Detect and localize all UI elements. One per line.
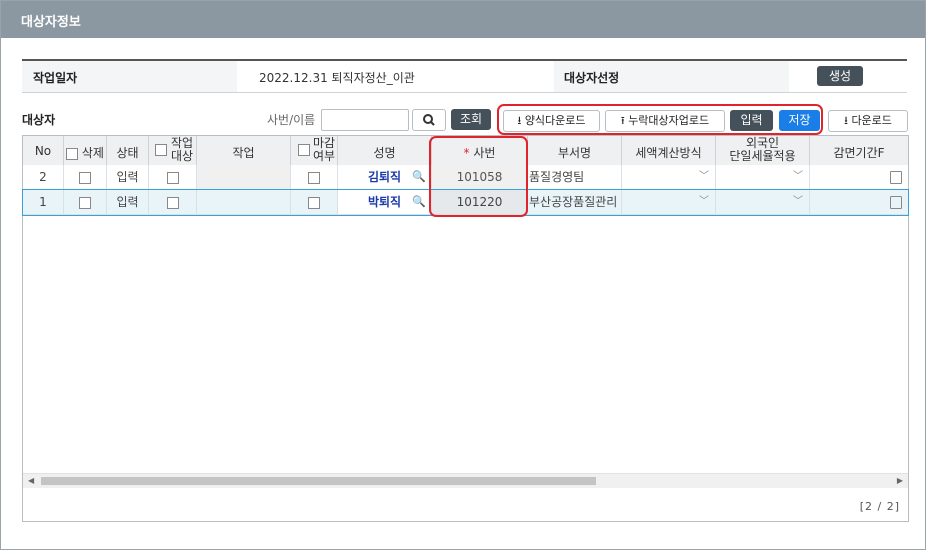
row-no: 1 [23,190,64,214]
work-cell [197,190,291,214]
subject-info-window: 대상자정보 작업일자 2022.12.31 퇴직자정산_이관 대상자선정 생성 … [0,0,926,550]
query-button[interactable]: 조회 [451,109,491,130]
scrollbar-thumb[interactable] [41,477,596,485]
employee-name: 김퇴직 [367,170,402,184]
scroll-left-icon[interactable]: ◀ [28,474,34,488]
dept-cell: 부산공장품질관리 [528,190,622,214]
closed-cell[interactable] [291,165,338,189]
chevron-down-icon: ﹀ [793,171,803,182]
col-delete[interactable]: 삭제 [64,136,107,165]
col-closed[interactable]: 마감 여부 [291,136,338,165]
closed-checkbox[interactable] [308,171,320,184]
input-button[interactable]: 입력 [730,110,773,131]
closed-all-checkbox[interactable] [298,144,310,156]
scroll-right-icon[interactable]: ▶ [897,474,903,488]
save-button[interactable]: 저장 [779,110,820,131]
work-target-checkbox[interactable] [166,196,179,209]
exempt-date-cell[interactable] [810,165,908,189]
status-cell: 입력 [107,165,149,189]
horizontal-scrollbar[interactable]: ◀ ▶ [23,473,908,488]
col-exempt: 감면기간F [833,146,885,160]
download-label: 다운로드 [851,114,892,127]
select-label-cell: 대상자선정 [554,61,789,92]
info-row: 작업일자 2022.12.31 퇴직자정산_이관 대상자선정 생성 [22,59,907,93]
highlight-box-emp-no [429,136,528,217]
template-download-label: 양식다운로드 [524,114,586,127]
missing-upload-label: 누락대상자업로드 [628,114,710,127]
delete-all-checkbox[interactable] [66,147,79,160]
section-title: 대상자 [22,113,56,127]
col-dept: 부서명 [528,136,622,165]
title-bar: 대상자정보 [1,1,925,38]
page-indicator: [2 / 2] [859,500,900,513]
exempt-date-cell[interactable] [810,190,908,214]
calendar-icon[interactable] [890,171,902,184]
search-input[interactable] [321,109,409,131]
select-label: 대상자선정 [564,71,620,85]
work-date-label: 작업일자 [33,71,78,85]
closed-checkbox[interactable] [308,196,320,209]
tax-method-select[interactable]: ﹀ [622,165,716,189]
generate-button[interactable]: 생성 [817,66,863,86]
upload-icon: ⭱ [620,114,625,127]
work-date-label-cell: 작업일자 [22,61,237,92]
chevron-down-icon: ﹀ [793,196,803,207]
foreigner-select[interactable]: ﹀ [716,190,810,214]
download-button[interactable]: ⭳ 다운로드 [828,110,908,132]
work-target-all-checkbox[interactable] [155,144,167,156]
search-icon [423,114,435,126]
download-icon: ⭳ [844,114,848,127]
calendar-icon[interactable] [890,196,902,209]
lookup-icon[interactable]: 🔍 [412,190,426,214]
col-foreigner: 외국인 단일세율적용 [716,136,810,165]
search-button[interactable] [412,109,446,131]
delete-checkbox[interactable] [79,171,91,184]
delete-cell[interactable] [64,165,107,189]
employee-name: 박퇴직 [367,195,402,209]
col-status: 상태 [107,136,149,165]
col-tax-method: 세액계산방식 [622,136,716,165]
col-name: 성명 [338,136,432,165]
work-cell [197,165,291,189]
col-no: No [23,136,64,165]
closed-cell[interactable] [291,190,338,214]
tax-method-select[interactable]: ﹀ [622,190,716,214]
template-download-button[interactable]: ⭳ 양식다운로드 [503,110,600,132]
status-cell: 입력 [107,190,149,214]
dept-cell: 품질경영팀 [528,165,622,189]
row-no: 2 [23,165,64,189]
work-target-checkbox[interactable] [166,171,179,184]
delete-checkbox[interactable] [79,196,91,209]
lookup-icon[interactable]: 🔍 [412,165,426,189]
name-cell[interactable]: 김퇴직 🔍 [338,165,432,189]
work-target-cell[interactable] [149,190,197,214]
window-title: 대상자정보 [21,15,81,30]
work-date-value: 2022.12.31 퇴직자정산_이관 [259,71,415,85]
name-cell[interactable]: 박퇴직 🔍 [338,190,432,214]
search-label: 사번/이름 [267,113,316,127]
foreigner-select[interactable]: ﹀ [716,165,810,189]
col-work-target[interactable]: 작업 대상 [149,136,197,165]
col-work: 작업 [197,136,291,165]
download-icon: ⭳ [517,114,522,127]
work-target-cell[interactable] [149,165,197,189]
chevron-down-icon: ﹀ [699,196,709,207]
missing-upload-button[interactable]: ⭱ 누락대상자업로드 [605,110,725,132]
delete-cell[interactable] [64,190,107,214]
chevron-down-icon: ﹀ [699,171,709,182]
